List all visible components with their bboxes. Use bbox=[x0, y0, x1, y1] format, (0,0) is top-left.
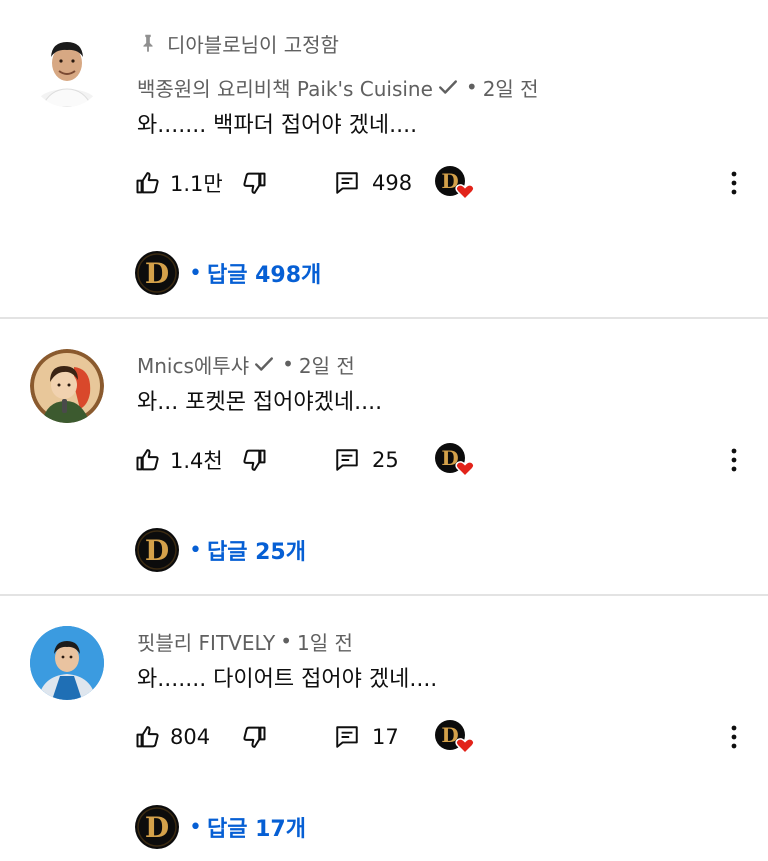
reply-button[interactable]: 25 bbox=[334, 440, 399, 480]
comment-meta: Mnics에투샤 • 2일 전 bbox=[137, 349, 355, 379]
separator-dot: • bbox=[282, 352, 294, 376]
reply-count: 498 bbox=[372, 171, 413, 195]
creator-heart: D bbox=[434, 163, 476, 203]
more-options-button[interactable] bbox=[722, 440, 746, 480]
like-button[interactable]: 1.1만 bbox=[134, 163, 223, 203]
pin-icon bbox=[143, 34, 153, 53]
comment-text: 와....... 백파더 접어야 겠네.... bbox=[137, 113, 418, 138]
pinned-text: 디아블로님이 고정함 bbox=[167, 32, 339, 57]
like-count: 1.1만 bbox=[170, 172, 223, 196]
like-count: 804 bbox=[170, 725, 211, 749]
more-options-button[interactable] bbox=[722, 163, 746, 203]
svg-text:D: D bbox=[145, 811, 169, 844]
thumbs-down-icon bbox=[243, 172, 266, 194]
more-options-button[interactable] bbox=[722, 717, 746, 757]
comment-actions: 1.1만 498 D bbox=[0, 163, 768, 203]
more-vertical-icon bbox=[731, 171, 737, 195]
verified-check-icon bbox=[438, 80, 457, 94]
comment-text: 와... 포켓몬 접어야겠네.... bbox=[137, 390, 383, 415]
reply-button[interactable]: 17 bbox=[334, 717, 399, 757]
author-name[interactable]: 핏블리 FITVELY bbox=[137, 627, 275, 656]
comment-thread: 디아블로님이 고정함 백종원의 요리비책 Paik's Cuisine • 2일… bbox=[0, 0, 768, 295]
like-count: 1.4천 bbox=[170, 449, 223, 473]
separator-dot: • bbox=[280, 629, 292, 653]
person-photo-avatar bbox=[30, 626, 104, 700]
more-vertical-icon bbox=[731, 725, 737, 749]
comment-time[interactable]: 1일 전 bbox=[297, 627, 353, 656]
dislike-button[interactable] bbox=[240, 163, 268, 203]
chef-portrait-avatar bbox=[30, 33, 104, 107]
thumbs-down-icon bbox=[243, 449, 266, 471]
thumbs-down-icon bbox=[243, 726, 266, 748]
creator-heart-icon: D bbox=[435, 166, 475, 201]
creator-heart-icon: D bbox=[435, 443, 475, 478]
more-vertical-icon bbox=[731, 448, 737, 472]
creator-heart: D bbox=[434, 717, 476, 757]
comment-meta: 백종원의 요리비책 Paik's Cuisine • 2일 전 bbox=[137, 72, 539, 102]
comment-text: 와....... 다이어트 접어야 겠네.... bbox=[137, 667, 438, 692]
like-button[interactable]: 804 bbox=[134, 717, 210, 757]
comment-time[interactable]: 2일 전 bbox=[299, 350, 355, 379]
like-button[interactable]: 1.4천 bbox=[134, 440, 223, 480]
separator-dot: • bbox=[465, 75, 478, 99]
reply-comment-icon bbox=[336, 172, 358, 194]
separator-dot: • bbox=[189, 814, 202, 840]
creator-heart-icon: D bbox=[435, 720, 475, 755]
comment-actions: 804 17 D bbox=[0, 717, 768, 757]
avatar[interactable] bbox=[30, 33, 104, 107]
verified-check-icon bbox=[255, 357, 274, 371]
pinned-label: 디아블로님이 고정함 bbox=[137, 28, 339, 58]
author-name[interactable]: 백종원의 요리비책 Paik's Cuisine bbox=[137, 73, 433, 102]
reply-button[interactable]: 498 bbox=[334, 163, 412, 203]
illustrated-avatar bbox=[30, 349, 104, 423]
reply-comment-icon bbox=[336, 449, 358, 471]
dislike-button[interactable] bbox=[240, 440, 268, 480]
avatar[interactable] bbox=[30, 349, 104, 423]
comment-thread: 핏블리 FITVELY • 1일 전 와....... 다이어트 접어야 겠네.… bbox=[0, 554, 768, 849]
replies-count-label: 답글 17개 bbox=[206, 817, 306, 842]
reply-comment-icon bbox=[336, 726, 358, 748]
creator-avatar-icon: D bbox=[135, 805, 179, 849]
comment-thread: Mnics에투샤 • 2일 전 와... 포켓몬 접어야겠네.... 1.4천 bbox=[0, 277, 768, 572]
avatar[interactable] bbox=[30, 626, 104, 700]
thumbs-up-icon bbox=[136, 726, 159, 748]
author-name[interactable]: Mnics에투샤 bbox=[137, 350, 249, 379]
thumbs-up-icon bbox=[136, 449, 159, 471]
comment-actions: 1.4천 25 D bbox=[0, 440, 768, 480]
creator-heart: D bbox=[434, 440, 476, 480]
reply-count: 25 bbox=[372, 448, 399, 472]
comment-meta: 핏블리 FITVELY • 1일 전 bbox=[137, 626, 353, 656]
dislike-button[interactable] bbox=[240, 717, 268, 757]
comment-time[interactable]: 2일 전 bbox=[483, 73, 539, 102]
replies-toggle[interactable]: D • 답글 17개 bbox=[134, 803, 306, 851]
thumbs-up-icon bbox=[136, 172, 159, 194]
reply-count: 17 bbox=[372, 725, 399, 749]
